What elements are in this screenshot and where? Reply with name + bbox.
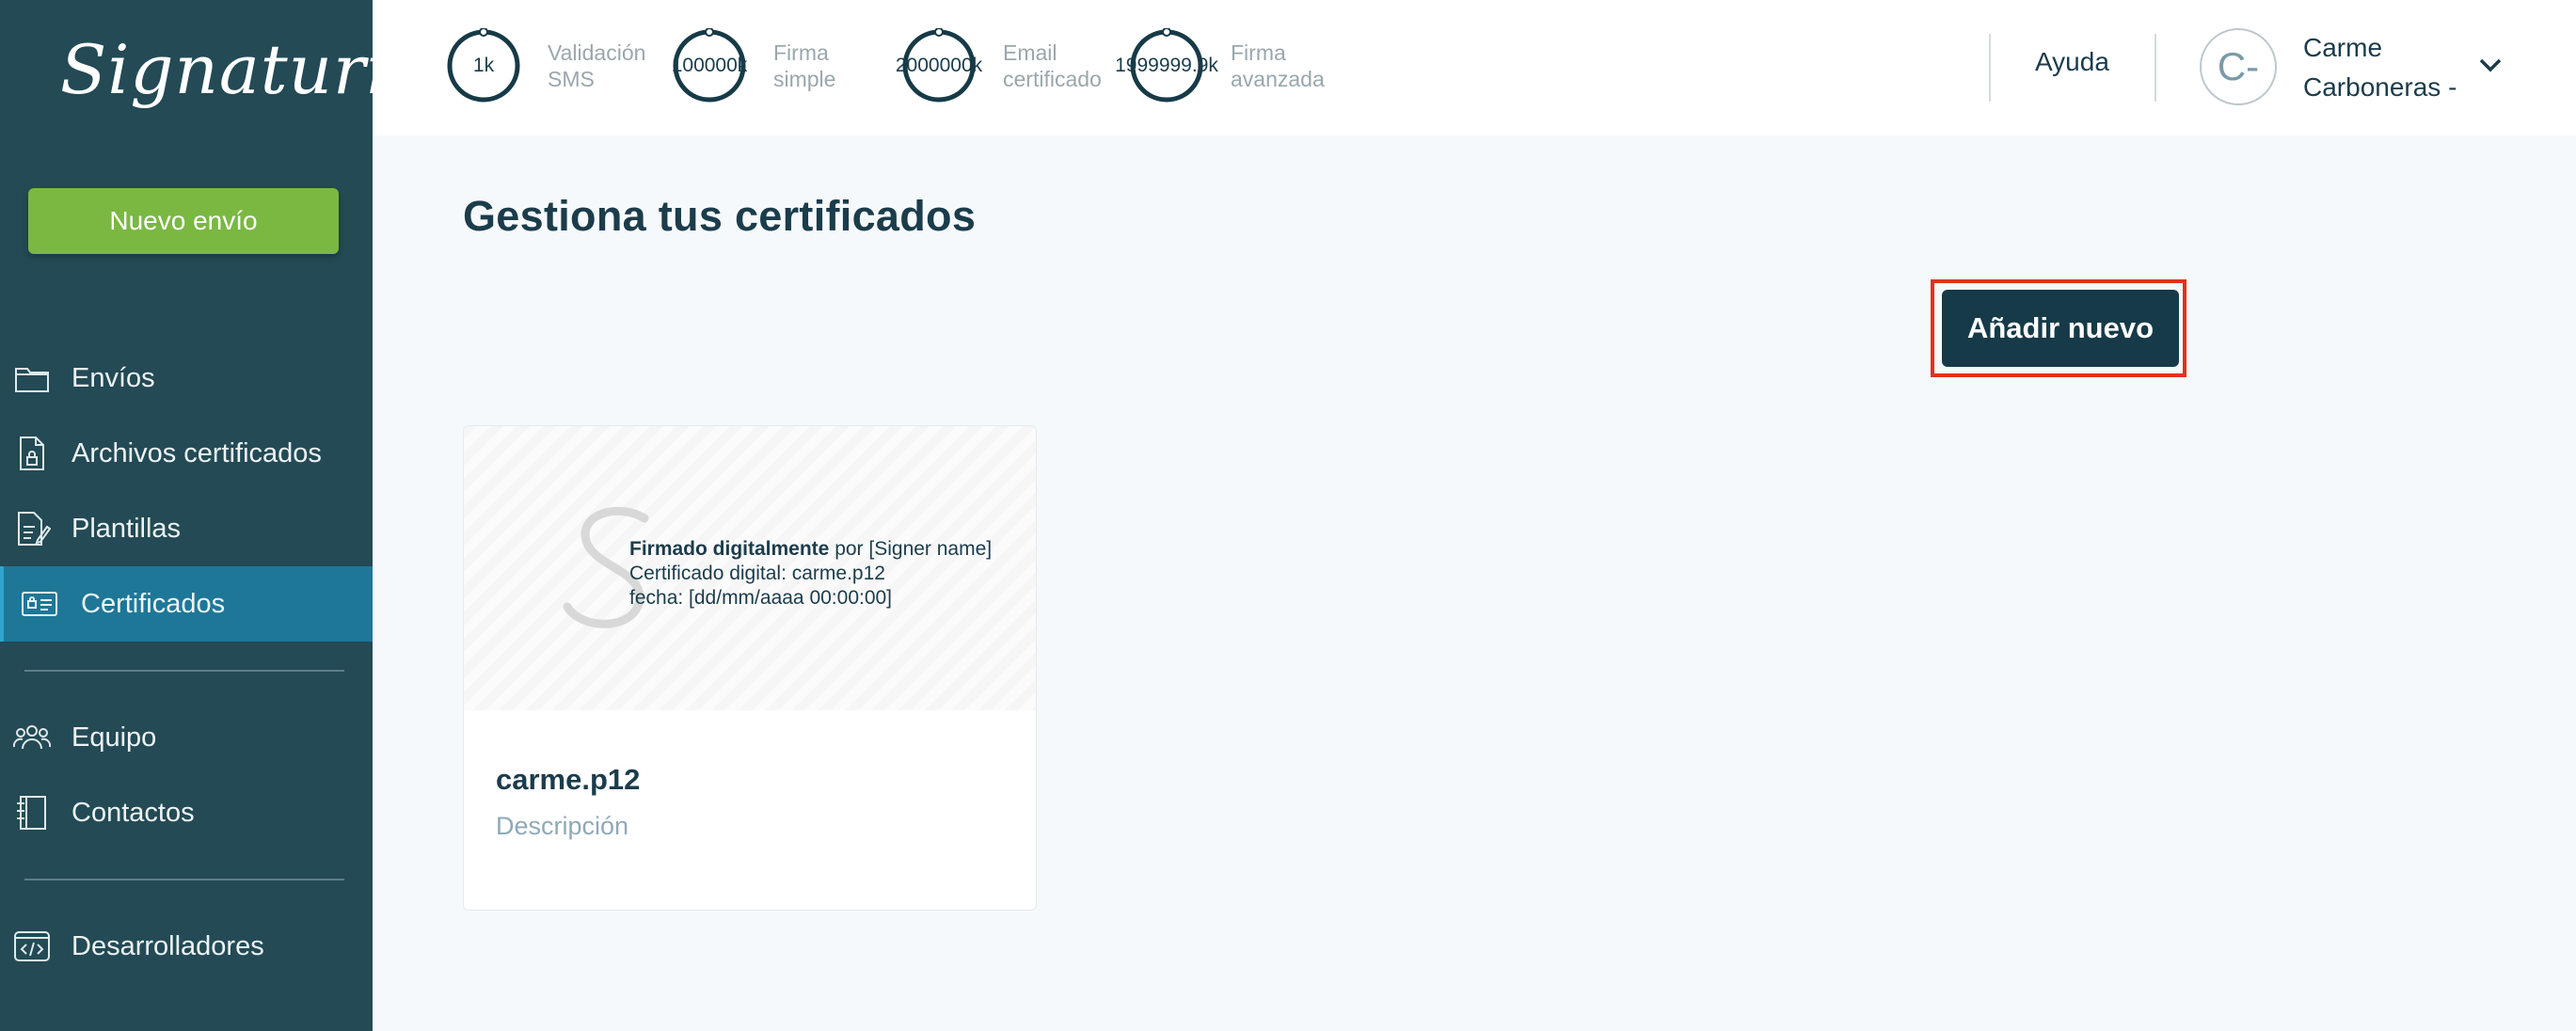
add-new-certificate-button[interactable]: Añadir nuevo [1942,290,2179,367]
logo-text: Signaturit [60,30,418,109]
help-link[interactable]: Ayuda [2035,47,2109,77]
counter-value: 1999999.9k [1115,55,1218,76]
chevron-down-icon[interactable] [2476,55,2504,75]
certified-file-icon [20,436,44,470]
counter-caption: Firma simple [773,40,836,91]
sidebar-item-archivos-certificados[interactable]: Archivos certificados [0,416,373,491]
sidebar: Signaturit Nuevo envío Envíos Archivos c… [0,0,416,1031]
user-name[interactable]: Carme Carboneras - [2303,28,2457,107]
signature-text: Firmado digitalmente por [Signer name] C… [629,538,993,609]
counter-caption: Validación SMS [548,40,646,91]
sidebar-item-envios[interactable]: Envíos [0,341,373,416]
sidebar-item-certificados[interactable]: Certificados [0,566,373,642]
counter-value: 2000000k [895,55,983,76]
certificate-description: Descripción [496,812,629,840]
sidebar-item-desarrolladores[interactable]: Desarrolladores [0,909,373,984]
team-icon [13,725,51,750]
sidebar-item-label: Archivos certificados [72,437,322,468]
top-bar: 1k Validación SMS 100000k Firma simple 2… [373,0,2576,135]
template-icon [18,512,51,546]
code-icon [14,931,50,961]
sidebar-divider [24,879,344,880]
topbar-separator [1989,34,1991,102]
counter-value: 1k [472,55,495,76]
signaturit-logo[interactable]: Signaturit [55,23,416,126]
sidebar-item-contactos[interactable]: Contactos [0,775,373,850]
sidebar-item-equipo[interactable]: Equipo [0,700,373,775]
page-title: Gestiona tus certificados [463,192,977,240]
sidebar-item-label: Desarrolladores [72,930,264,961]
sidebar-item-label: Plantillas [72,513,182,544]
signature-preview: Firmado digitalmente por [Signer name] C… [464,426,1036,710]
avatar[interactable]: C- [2200,28,2277,105]
sidebar-item-plantillas[interactable]: Plantillas [0,491,373,566]
sidebar-item-label: Envíos [72,362,155,393]
counter-value: 100000k [671,55,748,76]
certificate-name: carme.p12 [496,763,641,796]
id-card-icon [22,592,57,616]
counter-caption: Firma avanzada [1231,40,1325,91]
contacts-book-icon [17,796,46,830]
sidebar-item-label: Certificados [81,588,226,619]
folder-icon [15,368,49,392]
new-send-button[interactable]: Nuevo envío [28,188,339,254]
certificate-card[interactable]: Firmado digitalmente por [Signer name] C… [463,425,1037,911]
sidebar-item-label: Contactos [72,797,195,828]
sidebar-divider [24,670,344,672]
topbar-separator [2155,34,2156,102]
sidebar-item-label: Equipo [72,722,157,753]
